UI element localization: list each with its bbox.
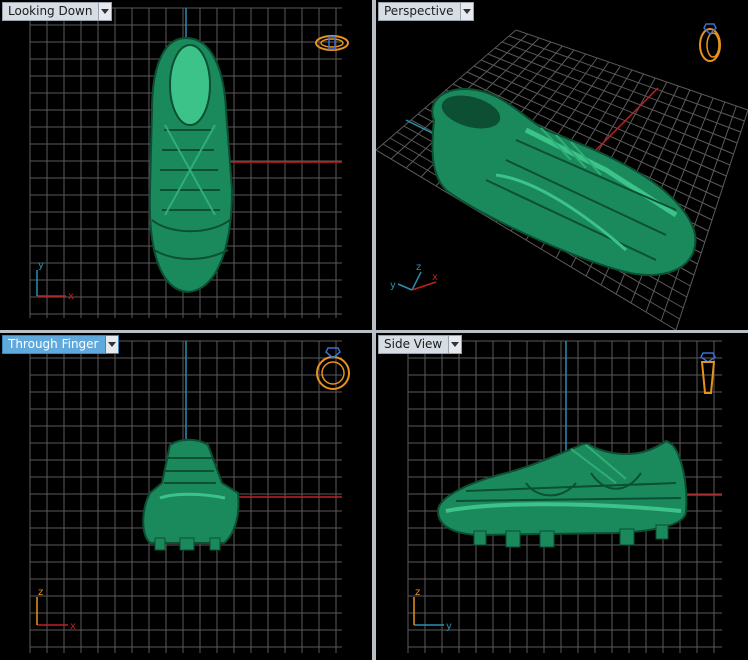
svg-text:x: x xyxy=(432,272,438,283)
viewport-tab-perspective[interactable]: Perspective xyxy=(378,2,474,21)
viewport-looking-down[interactable]: x y Looking Down xyxy=(0,0,372,330)
shoe-model-perspective xyxy=(431,88,697,277)
shoe-model-top xyxy=(148,36,234,294)
viewport-tab-side-view[interactable]: Side View xyxy=(378,335,463,354)
through-finger-scene: x z xyxy=(29,340,350,653)
chevron-down-icon[interactable] xyxy=(104,336,118,353)
viewport-tab-looking-down[interactable]: Looking Down xyxy=(2,2,113,21)
ring-icon xyxy=(700,352,716,394)
viewport-through-finger[interactable]: x z Through Finger xyxy=(0,333,372,660)
viewport-label[interactable]: Looking Down xyxy=(3,3,98,20)
viewport-label[interactable]: Side View xyxy=(379,336,448,353)
ring-icon xyxy=(699,23,721,62)
viewport-perspective[interactable]: z y x Perspective xyxy=(376,0,748,330)
svg-text:x: x xyxy=(70,621,76,632)
axis-indicator: x y xyxy=(36,260,74,302)
ring-icon xyxy=(316,347,350,390)
perspective-scene: z y x xyxy=(376,23,748,330)
grid-line xyxy=(508,35,745,122)
svg-text:z: z xyxy=(415,587,420,598)
svg-text:y: y xyxy=(38,260,44,271)
chevron-down-icon[interactable] xyxy=(459,3,473,20)
axis-indicator: y z xyxy=(413,587,452,632)
viewport-label[interactable]: Perspective xyxy=(379,3,460,20)
viewport-tab-through-finger[interactable]: Through Finger xyxy=(2,335,119,354)
ring-icon xyxy=(315,35,349,51)
grid-line xyxy=(501,41,741,133)
svg-text:z: z xyxy=(38,587,43,598)
looking-down-scene: x y xyxy=(29,7,349,318)
chevron-down-icon[interactable] xyxy=(98,3,112,20)
shoe-model-side xyxy=(436,439,688,548)
svg-text:y: y xyxy=(446,621,452,632)
axis-indicator: z y x xyxy=(390,262,438,291)
axis-indicator: x z xyxy=(36,587,76,632)
horizontal-divider[interactable] xyxy=(0,330,748,333)
svg-text:y: y xyxy=(390,280,396,291)
side-view-scene: y z xyxy=(407,340,722,653)
viewport-label[interactable]: Through Finger xyxy=(3,336,105,353)
svg-text:z: z xyxy=(416,262,421,273)
chevron-down-icon[interactable] xyxy=(448,336,462,353)
shoe-model-front xyxy=(142,438,240,551)
viewport-side-view[interactable]: y z Side View xyxy=(376,333,748,660)
svg-text:x: x xyxy=(68,291,74,302)
